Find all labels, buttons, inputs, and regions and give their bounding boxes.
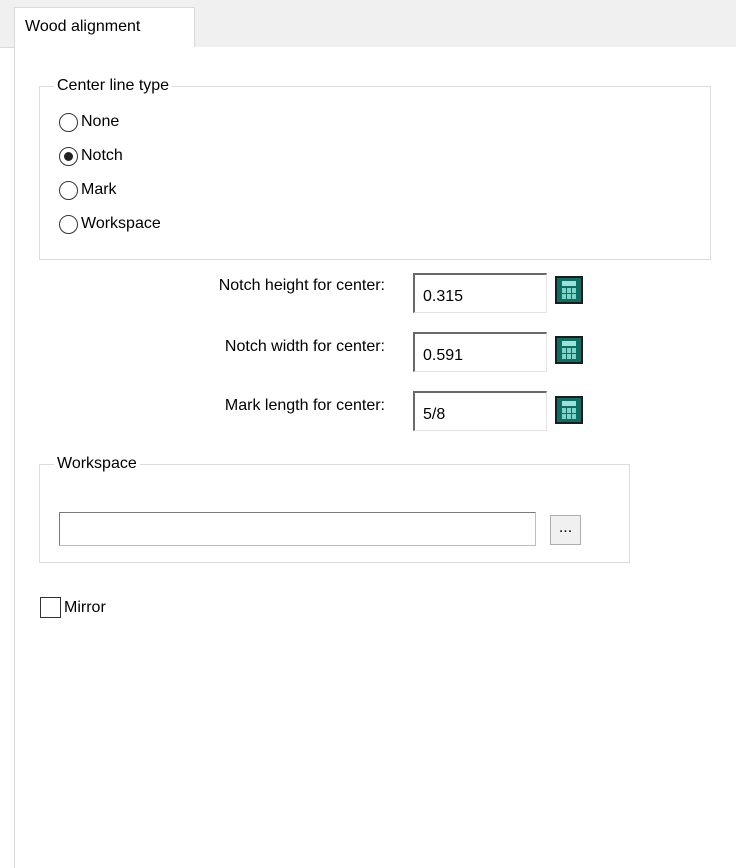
tab-strip: Wood alignment [0, 0, 736, 49]
radio-mark-label: Mark [81, 181, 117, 198]
wood-alignment-panel: Center line type None Notch Mark Workspa… [14, 47, 736, 868]
radio-notch-label: Notch [81, 147, 123, 164]
radio-workspace-indicator[interactable] [59, 214, 78, 234]
calculator-icon[interactable] [555, 276, 583, 304]
radio-mark[interactable]: Mark [59, 177, 117, 203]
radio-none-label: None [81, 113, 120, 130]
workspace-path-input[interactable] [59, 512, 536, 546]
radio-none-indicator[interactable] [59, 112, 78, 132]
mirror-checkbox-row[interactable]: Mirror [40, 597, 106, 618]
radio-none[interactable]: None [59, 109, 119, 135]
calculator-icon[interactable] [555, 336, 583, 364]
mark-length-label: Mark length for center: [224, 397, 385, 414]
center-line-type-group: Center line type None Notch Mark Workspa… [39, 77, 711, 260]
calculator-icon[interactable] [555, 396, 583, 424]
radio-workspace-label: Workspace [81, 215, 161, 232]
browse-button[interactable]: ... [550, 515, 581, 545]
radio-notch-indicator[interactable] [59, 146, 78, 166]
radio-notch[interactable]: Notch [59, 143, 123, 169]
tab-label: Wood alignment [25, 18, 141, 35]
mark-length-input[interactable]: 5/8 [413, 391, 547, 431]
workspace-legend: Workspace [57, 455, 137, 472]
mirror-checkbox[interactable] [40, 597, 61, 618]
mirror-label: Mirror [64, 598, 106, 616]
notch-width-input[interactable]: 0.591 [413, 332, 547, 372]
notch-height-input[interactable]: 0.315 [413, 273, 547, 313]
radio-mark-indicator[interactable] [59, 180, 78, 200]
workspace-group: Workspace ... [39, 455, 630, 563]
notch-height-label: Notch height for center: [218, 277, 385, 294]
center-line-type-legend: Center line type [57, 77, 170, 94]
radio-workspace[interactable]: Workspace [59, 211, 161, 237]
tab-wood-alignment[interactable]: Wood alignment [14, 7, 195, 49]
notch-width-label: Notch width for center: [224, 338, 385, 355]
